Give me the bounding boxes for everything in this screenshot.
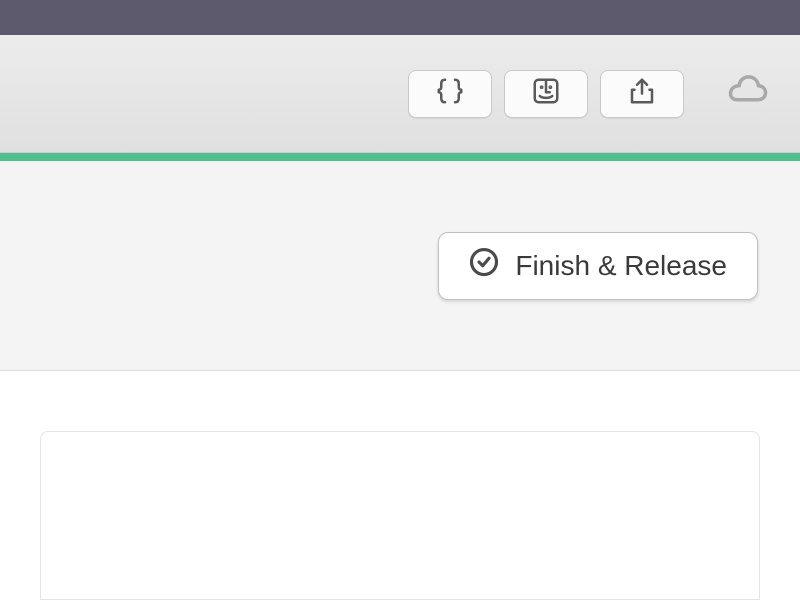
code-button[interactable] <box>408 70 492 118</box>
toolbar <box>0 35 800 153</box>
share-icon <box>627 76 657 111</box>
cloud-icon <box>727 70 769 117</box>
check-circle-icon <box>469 247 499 284</box>
share-button[interactable] <box>600 70 684 118</box>
finish-release-button[interactable]: Finish & Release <box>438 232 758 300</box>
finder-icon <box>531 76 561 111</box>
window-titlebar <box>0 0 800 35</box>
progress-bar <box>0 153 800 161</box>
finish-release-label: Finish & Release <box>515 250 727 282</box>
cloud-status <box>726 72 770 116</box>
braces-icon <box>435 76 465 111</box>
finder-button[interactable] <box>504 70 588 118</box>
action-area: Finish & Release <box>0 161 800 371</box>
content-panel <box>40 431 760 600</box>
content-area <box>0 371 800 600</box>
